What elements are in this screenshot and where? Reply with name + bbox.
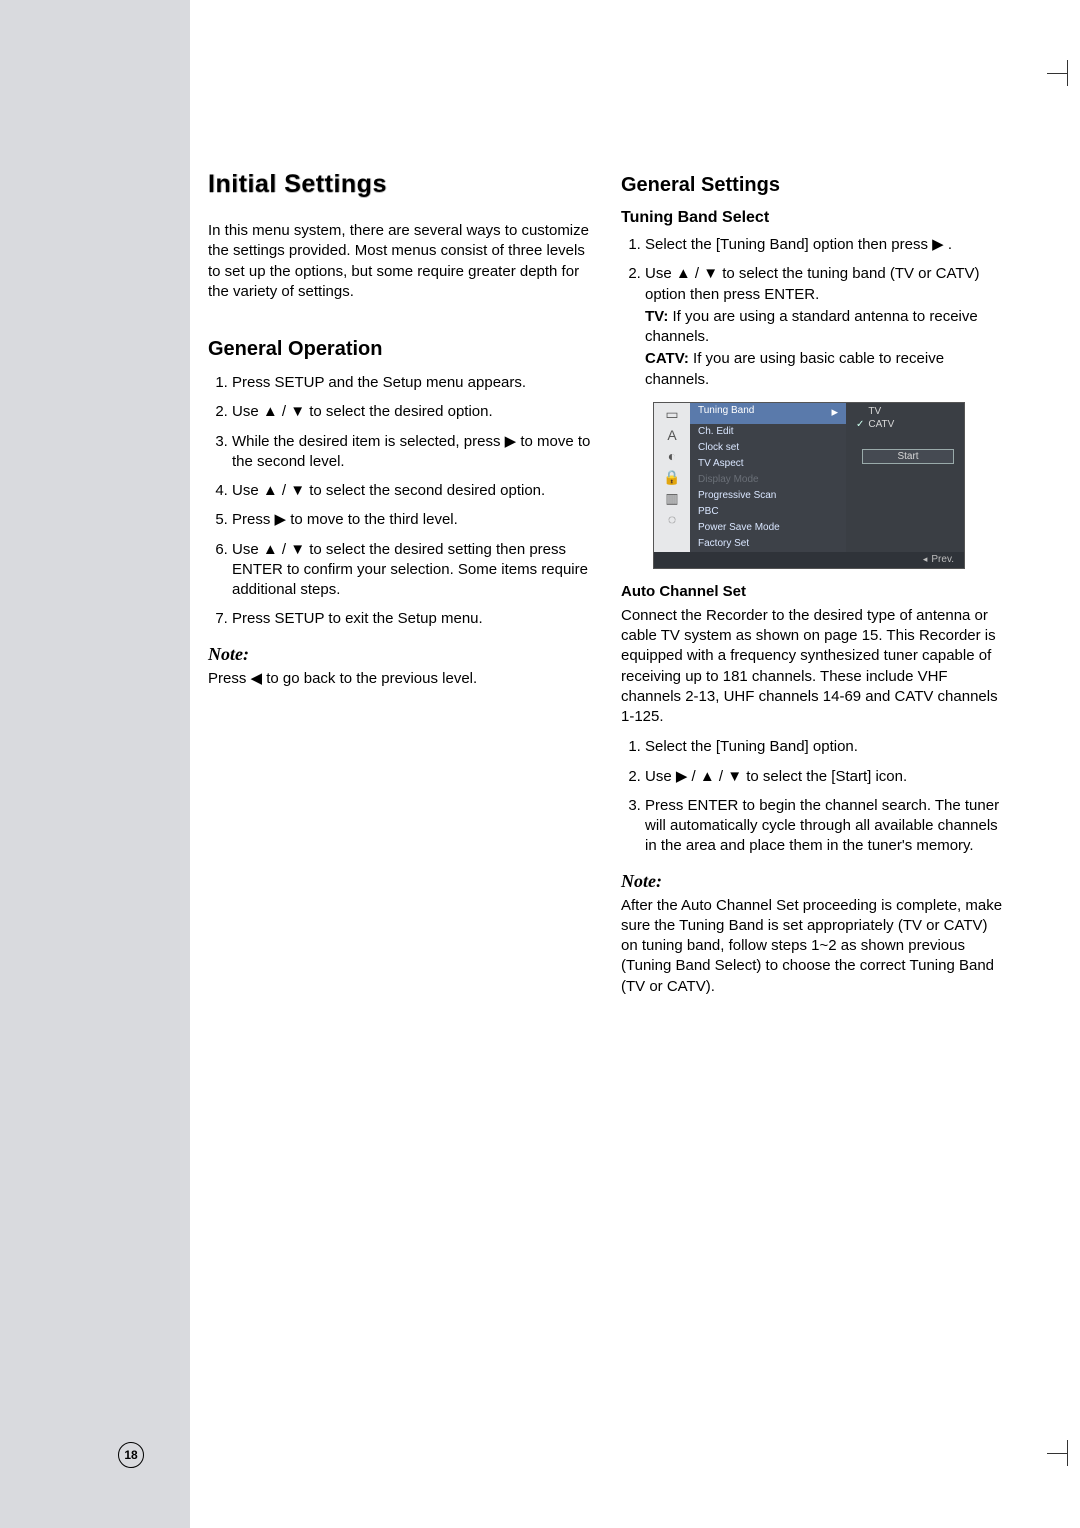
note-label: Note: bbox=[208, 644, 593, 665]
check-icon: ✓ bbox=[856, 419, 864, 430]
tuning-band-steps: Select the [Tuning Band] option then pre… bbox=[621, 235, 1006, 390]
osd-menu-item-selected: Tuning Band ▸ bbox=[690, 403, 846, 424]
osd-menu-item-disabled: Display Mode bbox=[690, 472, 846, 488]
step-item: Use ▶ / ▲ / ▼ to select the [Start] icon… bbox=[645, 767, 1006, 787]
step-item: Press SETUP and the Setup menu appears. bbox=[232, 373, 593, 393]
step-text: Use ▲ / ▼ to select the tuning band (TV … bbox=[645, 265, 980, 302]
page-number: 18 bbox=[118, 1442, 144, 1468]
recording-category-icon: ▥ bbox=[659, 490, 685, 509]
osd-start-button: Start bbox=[862, 449, 954, 464]
note-body: After the Auto Channel Set proceeding is… bbox=[621, 896, 1006, 997]
audio-category-icon: ◐ bbox=[659, 448, 685, 467]
crop-mark-top-right bbox=[1067, 60, 1068, 86]
step-item: Select the [Tuning Band] option then pre… bbox=[645, 235, 1006, 255]
osd-menu-item: Factory Set bbox=[690, 536, 846, 552]
intro-paragraph: In this menu system, there are several w… bbox=[208, 221, 593, 302]
step-item: Press ENTER to begin the channel search.… bbox=[645, 796, 1006, 857]
catv-label: CATV: bbox=[645, 350, 689, 367]
step-item: Press SETUP to exit the Setup menu. bbox=[232, 609, 593, 629]
osd-menu-graphic: ▭ A ◐ 🔒 ▥ ◌ Tuning Band ▸ Ch. Edit Cloc bbox=[653, 402, 965, 569]
tv-label: TV: bbox=[645, 308, 668, 325]
osd-menu-item: Clock set bbox=[690, 440, 846, 456]
step-item: While the desired item is selected, pres… bbox=[232, 432, 593, 473]
osd-option-list: ✓TV ✓ CATV Start bbox=[846, 403, 964, 552]
language-category-icon: A bbox=[659, 427, 685, 446]
general-settings-heading: General Settings bbox=[621, 174, 1006, 197]
lock-category-icon: 🔒 bbox=[659, 469, 685, 488]
step-item: Use ▲ / ▼ to select the desired setting … bbox=[232, 540, 593, 601]
right-column: General Settings Tuning Band Select Sele… bbox=[621, 170, 1006, 997]
osd-menu-item-label: Tuning Band bbox=[698, 405, 754, 421]
tuning-band-select-heading: Tuning Band Select bbox=[621, 209, 1006, 227]
auto-channel-set-heading: Auto Channel Set bbox=[621, 583, 1006, 600]
general-operation-steps: Press SETUP and the Setup menu appears. … bbox=[208, 373, 593, 630]
catv-text: If you are using basic cable to receive … bbox=[645, 350, 944, 387]
auto-channel-set-intro: Connect the Recorder to the desired type… bbox=[621, 606, 1006, 728]
osd-option-label: CATV bbox=[868, 419, 894, 430]
step-item: Select the [Tuning Band] option. bbox=[645, 737, 1006, 757]
tv-category-icon: ▭ bbox=[659, 406, 685, 425]
note-body: Press ◀ to go back to the previous level… bbox=[208, 669, 593, 689]
osd-menu-item: Progressive Scan bbox=[690, 488, 846, 504]
osd-menu-item: PBC bbox=[690, 504, 846, 520]
step-item: Press ▶ to move to the third level. bbox=[232, 510, 593, 530]
osd-footer-label: Prev. bbox=[931, 554, 954, 565]
osd-option-label: TV bbox=[868, 406, 881, 417]
auto-channel-set-steps: Select the [Tuning Band] option. Use ▶ /… bbox=[621, 737, 1006, 856]
page-content: Initial Settings In this menu system, th… bbox=[190, 0, 1060, 997]
general-operation-heading: General Operation bbox=[208, 338, 593, 361]
osd-menu-item: Power Save Mode bbox=[690, 520, 846, 536]
note-label: Note: bbox=[621, 871, 1006, 892]
step-item: Use ▲ / ▼ to select the second desired o… bbox=[232, 481, 593, 501]
osd-option-item-checked: ✓ CATV bbox=[852, 418, 958, 431]
step-item: Use ▲ / ▼ to select the desired option. bbox=[232, 402, 593, 422]
disc-category-icon: ◌ bbox=[659, 511, 685, 530]
page-title: Initial Settings bbox=[208, 170, 593, 199]
crop-mark-bottom-right bbox=[1067, 1440, 1068, 1466]
osd-footer: ◂Prev. bbox=[654, 552, 964, 568]
triangle-left-icon: ◂ bbox=[923, 554, 928, 564]
left-column: Initial Settings In this menu system, th… bbox=[208, 170, 593, 997]
osd-category-icons: ▭ A ◐ 🔒 ▥ ◌ bbox=[654, 403, 690, 552]
osd-menu-item: Ch. Edit bbox=[690, 424, 846, 440]
step-item: Use ▲ / ▼ to select the tuning band (TV … bbox=[645, 264, 1006, 390]
osd-menu-item: TV Aspect bbox=[690, 456, 846, 472]
osd-option-item: ✓TV bbox=[852, 405, 958, 418]
chevron-right-icon: ▸ bbox=[831, 404, 838, 420]
tv-text: If you are using a standard antenna to r… bbox=[645, 308, 978, 345]
left-margin-band bbox=[0, 0, 190, 1528]
osd-menu-list: Tuning Band ▸ Ch. Edit Clock set TV Aspe… bbox=[690, 403, 846, 552]
